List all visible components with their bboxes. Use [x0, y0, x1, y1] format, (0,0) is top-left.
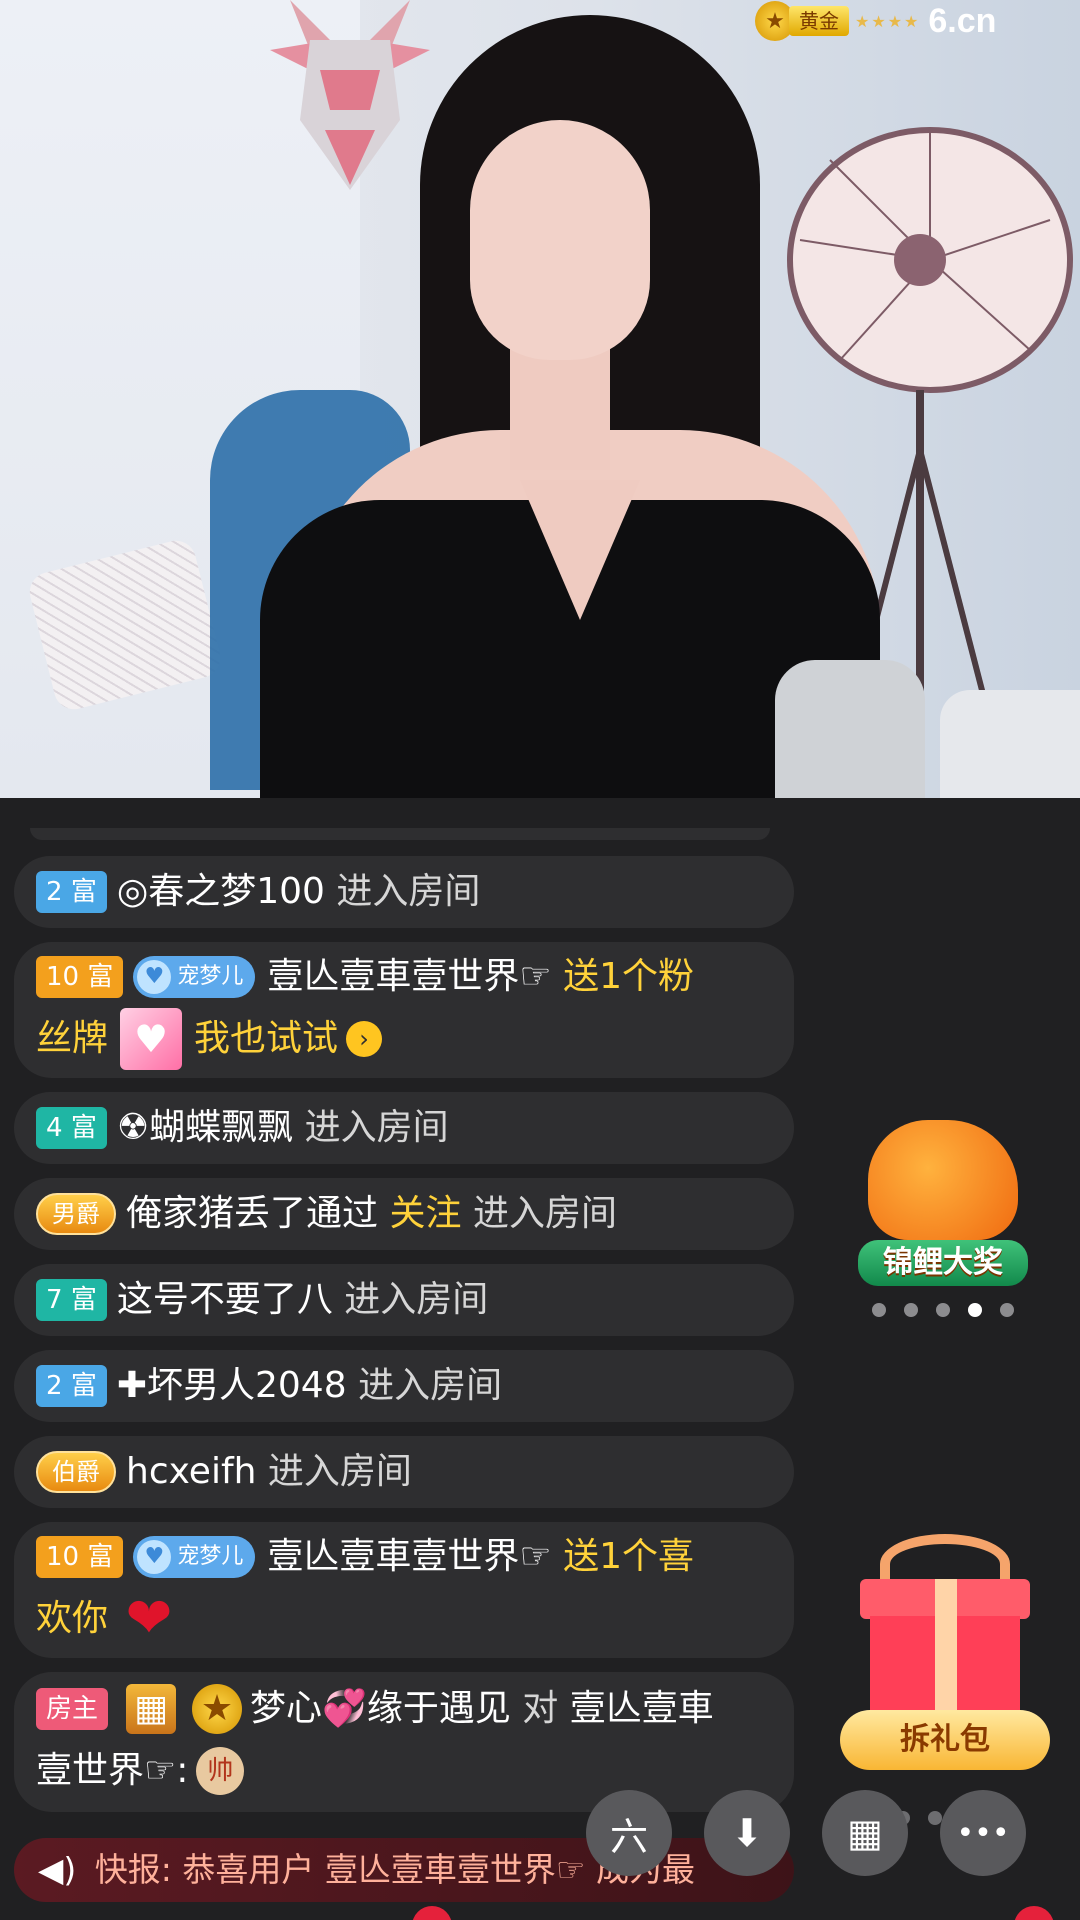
- chat-row: 2 富 ✚坏男人2048 进入房间: [14, 1350, 794, 1422]
- username[interactable]: 俺家猪丢了通过: [126, 1183, 378, 1245]
- rank-stars-icon: ★★★★: [855, 11, 921, 31]
- enter-room-text: 进入房间: [472, 1193, 617, 1234]
- news-ticker[interactable]: ◀) 快报: 恭喜用户 壹亾壹車壹世界☞ 成为最: [14, 1838, 794, 1902]
- koi-prize-banner[interactable]: 锦鲤大奖: [838, 1110, 1050, 1290]
- koi-prize-label: 锦鲤大奖: [858, 1240, 1028, 1286]
- microphone: [775, 660, 925, 798]
- noble-badge: 男爵: [36, 1193, 116, 1235]
- pager-dot: [1000, 1303, 1014, 1317]
- star-medal-icon: ★: [192, 1684, 243, 1734]
- rich-level-badge: 10 富: [36, 1536, 124, 1578]
- rank-badge[interactable]: ★ 黄金 ★★★★ 6.cn: [755, 0, 1080, 42]
- pager-dot: [936, 1303, 950, 1317]
- chat-row: 2 富 ◎春之梦100 进入房间: [14, 856, 794, 928]
- follow-text: 关注: [389, 1193, 462, 1234]
- rich-level-badge: 2 富: [36, 871, 107, 913]
- open-gift-button[interactable]: 拆礼包: [840, 1710, 1050, 1770]
- download-button[interactable]: ⬇: [704, 1790, 790, 1876]
- live-room-screen: ★ 黄金 ★★★★ 6.cn 2 富 ◎春之梦100 进入房间 10 富 ♥ 宠梦…: [0, 0, 1080, 1920]
- six-logo-icon: 六: [609, 1814, 648, 1859]
- noble-badge: 伯爵: [36, 1451, 116, 1493]
- enter-room-text: 进入房间: [358, 1365, 503, 1406]
- chat-row-gift: 10 富 ♥ 宠梦儿 壹亾壹車壹世界☞ 送1个喜 欢你 ❤: [14, 1522, 794, 1658]
- chat-row: 伯爵 hcxeifh 进入房间: [14, 1436, 794, 1508]
- grid-icon: ▦: [847, 1811, 883, 1855]
- username[interactable]: ◎春之梦100: [117, 861, 325, 923]
- username[interactable]: 梦心💞缘于遇见: [250, 1678, 511, 1740]
- emoji-shuai-icon: 帅: [196, 1747, 245, 1795]
- fan-heart-icon: ♥: [137, 1540, 172, 1574]
- enter-room-text: 进入房间: [344, 1279, 489, 1320]
- fan-badge: ♥ 宠梦儿: [133, 1536, 256, 1578]
- chat-row: 4 富 ☢蝴蝶飘飘 进入房间: [14, 1092, 794, 1164]
- mic-stand: [940, 690, 1080, 798]
- six-logo-button[interactable]: 六: [586, 1790, 672, 1876]
- enter-room-text: 进入房间: [267, 1451, 412, 1492]
- more-dots-icon: •••: [956, 1815, 1010, 1851]
- username[interactable]: 这号不要了八: [117, 1269, 333, 1331]
- rich-level-badge: 10 富: [36, 956, 124, 998]
- chat-row-partial: [30, 828, 770, 840]
- gift-ribbon: [935, 1579, 957, 1726]
- chat-row: 男爵 俺家猪丢了通过 关注 进入房间: [14, 1178, 794, 1250]
- rich-level-badge: 2 富: [36, 1365, 107, 1407]
- speaker-icon: ◀): [38, 1850, 77, 1889]
- pager-dot: [872, 1303, 886, 1317]
- rank-level: 黄金: [789, 6, 849, 36]
- download-icon: ⬇: [731, 1811, 763, 1855]
- gift-text: 送1个粉: [563, 956, 695, 997]
- site-logo: 6.cn: [928, 1, 997, 40]
- username[interactable]: hcxeifh: [126, 1441, 256, 1503]
- pager-dot: [928, 1811, 942, 1825]
- gift-box-widget[interactable]: 拆礼包: [840, 1534, 1050, 1784]
- chat-row: 7 富 这号不要了八 进入房间: [14, 1264, 794, 1336]
- fan-heart-icon: ♥: [137, 960, 172, 994]
- gold-card-icon: ▦: [126, 1684, 177, 1734]
- username[interactable]: ✚坏男人2048: [117, 1355, 347, 1417]
- target-username-cont[interactable]: 壹世界☞:: [36, 1740, 188, 1802]
- rich-level-badge: 4 富: [36, 1107, 107, 1149]
- chat-row-host: 房主 ▦ ★ 梦心💞缘于遇见 对 壹亾壹車 壹世界☞: 帅: [14, 1672, 794, 1812]
- koi-fish-icon: [868, 1120, 1018, 1240]
- streamer-face: [470, 120, 650, 360]
- gift-text-cont: 欢你: [36, 1598, 109, 1639]
- pager-dot-active: [968, 1303, 982, 1317]
- more-button[interactable]: •••: [940, 1790, 1026, 1876]
- fan-badge-gift-icon: ♥: [120, 1008, 183, 1070]
- target-username[interactable]: 壹亾壹車: [570, 1678, 714, 1740]
- pager-dot: [904, 1303, 918, 1317]
- username[interactable]: 壹亾壹車壹世界☞: [267, 1526, 551, 1588]
- enter-room-text: 进入房间: [304, 1107, 449, 1148]
- username[interactable]: 壹亾壹車壹世界☞: [267, 946, 551, 1008]
- banner-pager: [872, 1303, 1014, 1317]
- news-label: 快报:: [94, 1850, 172, 1889]
- gift-text-cont: 丝牌: [36, 1018, 109, 1059]
- deer-head-decoration: [270, 0, 430, 190]
- love-heart-gift-icon: ❤: [125, 1586, 173, 1651]
- to-text: 对: [522, 1688, 559, 1729]
- username[interactable]: ☢蝴蝶飘飘: [117, 1097, 293, 1159]
- enter-room-text: 进入房间: [336, 871, 481, 912]
- host-badge: 房主: [36, 1688, 109, 1730]
- try-it-link[interactable]: 我也试试: [194, 1008, 338, 1070]
- grid-menu-button[interactable]: ▦: [822, 1790, 908, 1876]
- gift-text: 送1个喜: [563, 1536, 695, 1577]
- live-video[interactable]: ★ 黄金 ★★★★ 6.cn: [0, 0, 1080, 798]
- rich-level-badge: 7 富: [36, 1279, 107, 1321]
- chevron-right-icon[interactable]: ›: [346, 1021, 383, 1057]
- fan-badge: ♥ 宠梦儿: [133, 956, 256, 998]
- chat-row-gift: 10 富 ♥ 宠梦儿 壹亾壹車壹世界☞ 送1个粉 丝牌 ♥ 我也试试 ›: [14, 942, 794, 1078]
